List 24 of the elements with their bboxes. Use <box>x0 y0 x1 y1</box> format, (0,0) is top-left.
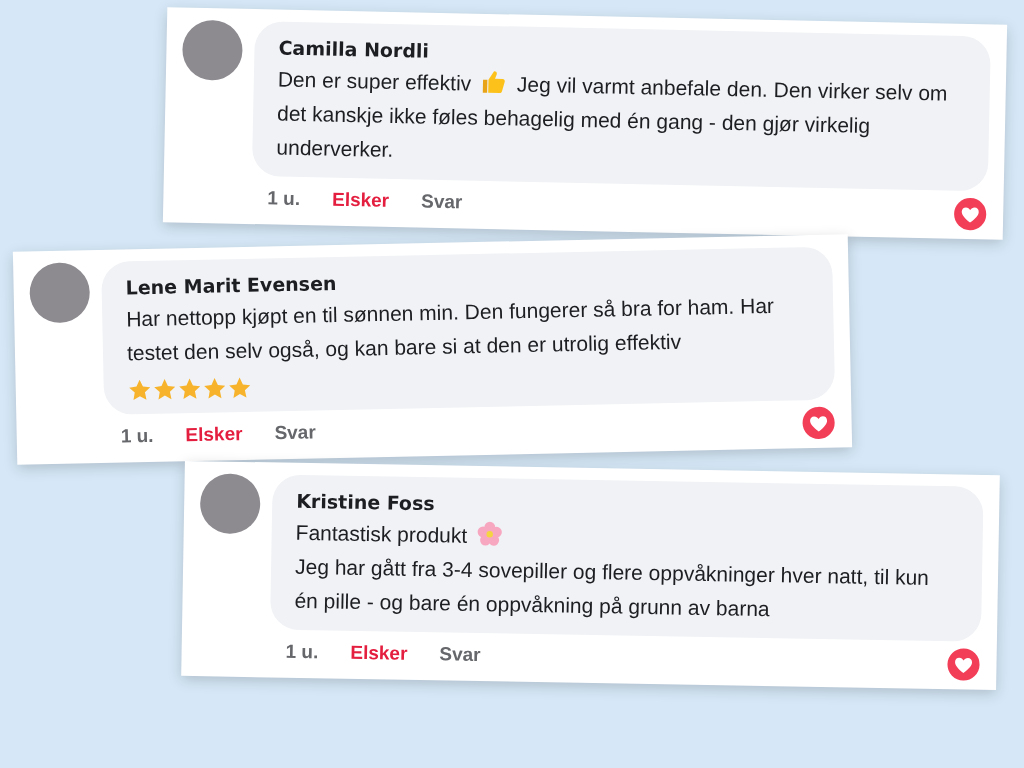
timestamp: 1 u. <box>285 639 319 664</box>
flower-icon <box>476 520 504 547</box>
timestamp: 1 u. <box>120 423 154 449</box>
star-icon <box>177 376 202 401</box>
love-reaction-link[interactable]: Elsker <box>331 185 390 215</box>
comment-text: Den er super effektiv Jeg vil varmt anbefale den. Den virker selv om det kanskje ikke føles behagelig med én gang - den gjør virkelig underverker. <box>276 66 949 163</box>
author-name: Camilla Nordli <box>278 35 431 64</box>
reply-link[interactable]: Svar <box>420 187 463 217</box>
reply-link[interactable]: Svar <box>274 417 316 448</box>
love-reaction-link[interactable]: Elsker <box>185 419 243 450</box>
author-name: Lene Marit Evensen <box>125 271 338 301</box>
thumbs-up-icon <box>480 68 508 95</box>
heart-reaction-icon <box>946 647 981 682</box>
timestamp: 1 u. <box>267 185 301 211</box>
love-reaction-link[interactable]: Elsker <box>350 638 408 668</box>
comment-text: Jeg har gått fra 3-4 sovepiller og flere oppvåkninger hver natt, til kun én pille - og bare én oppvåkning på grunn av barna <box>294 553 931 622</box>
star-icon <box>127 377 153 402</box>
star-icon <box>152 376 177 402</box>
author-name: Kristine Foss <box>296 488 436 517</box>
heart-reaction-icon <box>801 405 836 441</box>
star-icon <box>202 375 227 401</box>
heart-reaction-icon <box>952 196 988 232</box>
reply-link[interactable]: Svar <box>439 639 481 670</box>
star-icon <box>227 375 252 400</box>
